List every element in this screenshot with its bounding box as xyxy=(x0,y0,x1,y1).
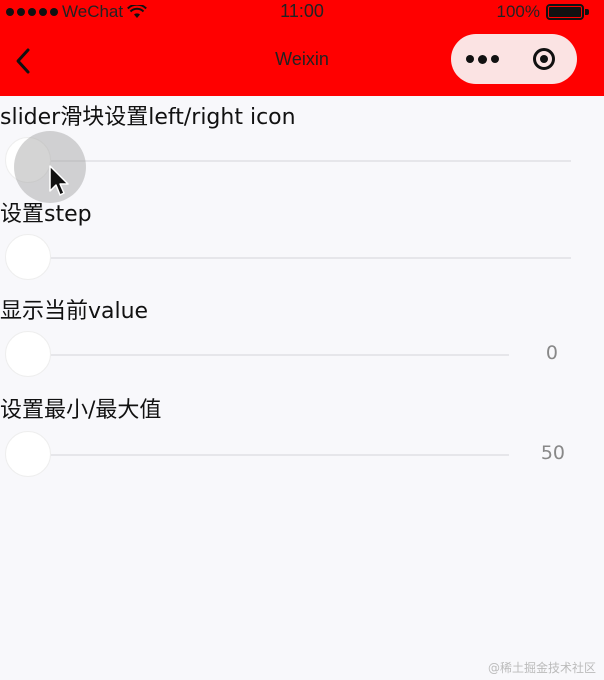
slider-track xyxy=(28,257,571,259)
more-dots-icon xyxy=(465,55,474,63)
slider-track xyxy=(28,160,571,162)
close-miniprogram-button[interactable] xyxy=(513,34,575,84)
slider-thumb[interactable] xyxy=(5,234,51,280)
slider-value: 50 xyxy=(540,442,565,464)
battery-percent: 100% xyxy=(496,2,540,21)
slider-thumb[interactable] xyxy=(5,331,51,377)
target-icon xyxy=(533,48,555,70)
mouse-pointer-icon xyxy=(49,165,69,196)
slider-min-max[interactable]: 50 xyxy=(0,430,604,480)
slider-step[interactable] xyxy=(0,233,604,283)
slider-value: 0 xyxy=(545,342,558,364)
battery-icon xyxy=(546,3,590,21)
slider-track xyxy=(28,354,509,356)
slider-left-right-icon[interactable] xyxy=(0,136,604,186)
section-title: slider滑块设置left/right icon xyxy=(0,105,296,130)
status-bar: WeChat 11:00 100% xyxy=(0,0,604,26)
status-right: 100% xyxy=(497,2,590,22)
menu-capsule xyxy=(451,34,577,84)
nav-bar: Weixin xyxy=(0,26,604,96)
section-title: 显示当前value xyxy=(0,299,149,324)
more-button[interactable] xyxy=(451,34,513,84)
watermark: @稀土掘金技术社区 xyxy=(487,661,596,675)
slider-show-value[interactable]: 0 xyxy=(0,330,604,380)
slider-thumb[interactable] xyxy=(5,431,51,477)
section-title: 设置最小/最大值 xyxy=(0,398,162,423)
slider-track xyxy=(28,454,509,456)
